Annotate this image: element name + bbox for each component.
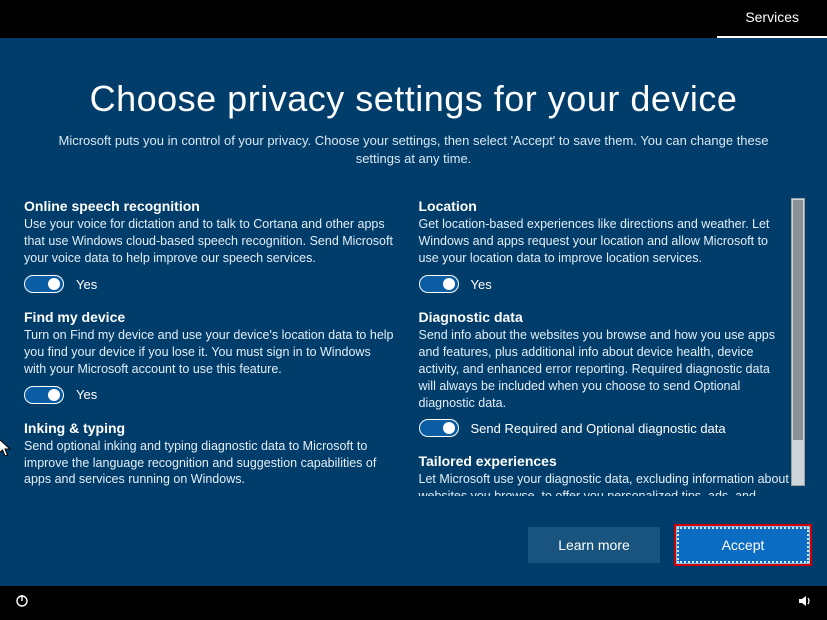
page-title: Choose privacy settings for your device (10, 78, 817, 120)
option-desc: Turn on Find my device and use your devi… (24, 327, 395, 378)
bottom-bar (0, 586, 827, 620)
option-desc: Get location-based experiences like dire… (419, 216, 790, 267)
option-desc: Send optional inking and typing diagnost… (24, 438, 395, 489)
toggle-label: Yes (76, 277, 97, 292)
option-title: Online speech recognition (24, 198, 395, 214)
option-location: Location Get location-based experiences … (419, 198, 790, 293)
option-tailored: Tailored experiences Let Microsoft use y… (419, 453, 790, 496)
toggle-label: Send Required and Optional diagnostic da… (471, 421, 726, 436)
right-column: Location Get location-based experiences … (419, 198, 790, 496)
option-speech: Online speech recognition Use your voice… (24, 198, 395, 293)
page-subtitle: Microsoft puts you in control of your pr… (54, 132, 774, 168)
power-icon[interactable] (14, 593, 30, 613)
learn-more-button[interactable]: Learn more (528, 527, 660, 563)
scrollbar-thumb[interactable] (793, 200, 803, 440)
option-inking: Inking & typing Send optional inking and… (24, 420, 395, 497)
toggle-label: Yes (471, 277, 492, 292)
option-find-device: Find my device Turn on Find my device an… (24, 309, 395, 404)
toggle-find-device[interactable] (24, 386, 64, 404)
volume-icon[interactable] (797, 593, 813, 613)
toggle-diagnostic[interactable] (419, 419, 459, 437)
option-title: Diagnostic data (419, 309, 790, 325)
tab-services[interactable]: Services (717, 0, 827, 38)
option-title: Find my device (24, 309, 395, 325)
scrollbar[interactable] (791, 198, 805, 486)
option-desc: Send info about the websites you browse … (419, 327, 790, 411)
option-diagnostic: Diagnostic data Send info about the webs… (419, 309, 790, 437)
option-desc: Use your voice for dictation and to talk… (24, 216, 395, 267)
option-title: Tailored experiences (419, 453, 790, 469)
top-bar: Services (0, 0, 827, 38)
toggle-speech[interactable] (24, 275, 64, 293)
option-title: Inking & typing (24, 420, 395, 436)
option-desc: Let Microsoft use your diagnostic data, … (419, 471, 790, 496)
option-title: Location (419, 198, 790, 214)
accept-button[interactable]: Accept (677, 527, 809, 563)
left-column: Online speech recognition Use your voice… (24, 198, 395, 496)
toggle-location[interactable] (419, 275, 459, 293)
accept-highlight: Accept (674, 524, 812, 566)
toggle-label: Yes (76, 387, 97, 402)
